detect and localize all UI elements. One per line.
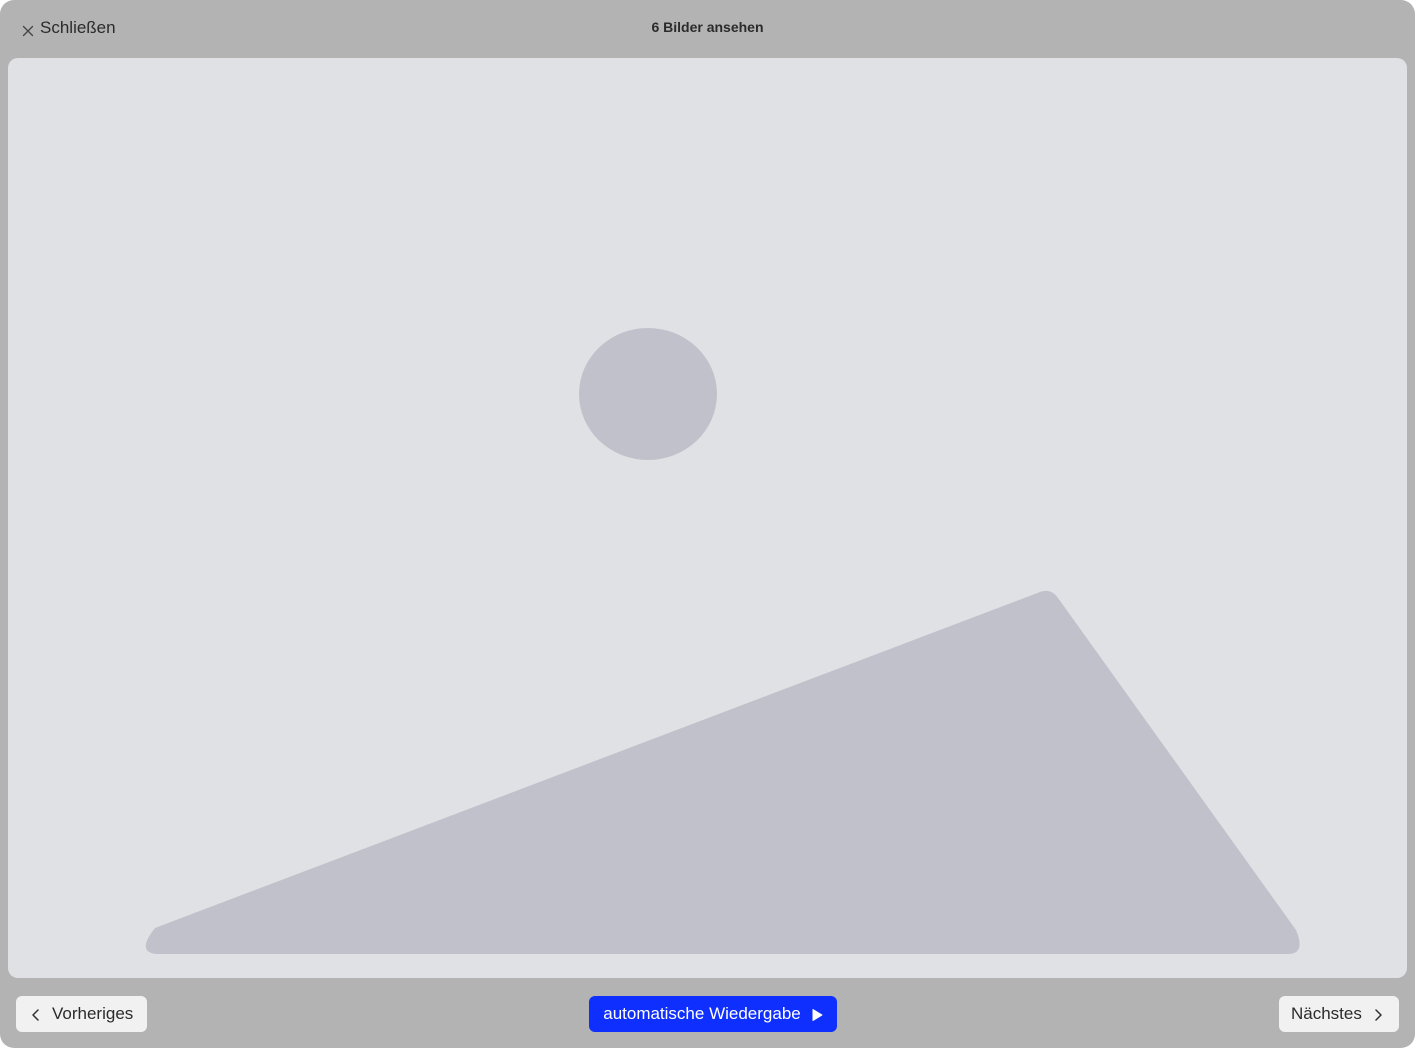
image-placeholder [145,328,1300,954]
page-title: 6 Bilder ansehen [651,19,764,35]
previous-label: Vorheriges [52,1004,134,1023]
image-stage [8,58,1407,978]
chevron-right-icon [1372,1007,1384,1021]
placeholder-mountain-shape [145,590,1300,954]
previous-button[interactable]: Vorheriges [16,996,147,1032]
chevron-left-icon [30,1007,42,1021]
autoplay-label: automatische Wiedergabe [603,1004,801,1023]
next-label: Nächstes [1291,1004,1362,1023]
viewer-header: Schließen 6 Bilder ansehen [0,0,1415,58]
placeholder-sun-shape [579,328,717,460]
viewer-footer: Vorheriges automatische Wiedergabe Nächs… [0,978,1415,1048]
next-button[interactable]: Nächstes [1279,996,1399,1032]
autoplay-button[interactable]: automatische Wiedergabe [589,996,837,1032]
play-icon [811,1007,823,1021]
image-viewer: Schließen 6 Bilder ansehen Vorheriges au… [0,0,1415,1048]
